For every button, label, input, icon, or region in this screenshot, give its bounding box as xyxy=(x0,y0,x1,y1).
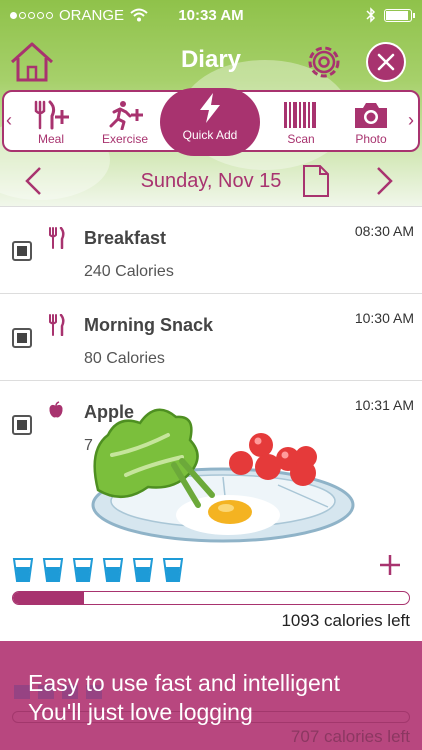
meal-label: Meal xyxy=(37,132,64,146)
bluetooth-icon xyxy=(366,7,376,23)
current-date[interactable]: Sunday, Nov 15 xyxy=(0,170,422,193)
calorie-progress-bar xyxy=(12,591,410,605)
scroll-right-icon[interactable]: › xyxy=(408,110,414,131)
promo-line-1: Easy to use fast and intelligent xyxy=(28,670,340,696)
exercise-label: Exercise xyxy=(101,132,148,146)
water-tracker xyxy=(12,557,184,583)
promo-banner: 707 calories left Easy to use fast and i… xyxy=(0,641,422,750)
calorie-progress-fill xyxy=(13,592,85,604)
food-plate-illustration xyxy=(91,408,355,543)
entry-name: Morning Snack xyxy=(84,315,214,335)
entry-name: Breakfast xyxy=(84,228,167,248)
promo-line-2: You'll just love logging xyxy=(28,699,253,725)
water-cup-icon[interactable] xyxy=(162,557,184,583)
scroll-left-icon[interactable]: ‹ xyxy=(6,110,12,131)
list-item[interactable]: Morning Snack 80 Calories 10:30 AM xyxy=(0,293,422,380)
calories-left: 1093 calories left xyxy=(281,611,410,630)
nav-bar: Diary xyxy=(0,36,422,88)
barcode-icon xyxy=(284,102,316,128)
exercise-button[interactable]: Exercise xyxy=(90,92,160,150)
page-title: Diary xyxy=(180,46,242,73)
date-navigator: Sunday, Nov 15 xyxy=(0,158,422,204)
document-icon[interactable] xyxy=(302,164,330,198)
apple-icon xyxy=(49,401,63,418)
entry-time: 08:30 AM xyxy=(354,223,414,239)
chevron-right-icon[interactable] xyxy=(372,166,396,196)
close-button[interactable] xyxy=(366,42,406,82)
signal-icon xyxy=(10,11,53,19)
entry-calories: 240 Calories xyxy=(84,263,174,280)
gear-icon[interactable] xyxy=(302,40,346,84)
ghost-calories-left: 707 calories left xyxy=(290,727,410,746)
quick-add-label: Quick Add xyxy=(182,128,238,142)
fork-knife-plus-icon xyxy=(34,100,69,130)
water-cup-icon[interactable] xyxy=(12,557,34,583)
entry-checkbox[interactable] xyxy=(12,415,32,435)
lightning-icon xyxy=(200,93,220,123)
entry-checkbox[interactable] xyxy=(12,241,32,261)
fork-knife-icon xyxy=(49,227,65,249)
camera-icon xyxy=(355,103,387,128)
quick-actions-toolbar: ‹ Meal Exercise Quick Add Scan Photo › xyxy=(2,88,420,156)
water-cup-icon[interactable] xyxy=(102,557,124,583)
water-cup-icon[interactable] xyxy=(42,557,64,583)
fork-knife-icon xyxy=(49,314,65,336)
status-bar: ORANGE 10:33 AM xyxy=(0,0,422,30)
scan-button[interactable]: Scan xyxy=(266,92,336,150)
runner-plus-icon xyxy=(109,101,143,130)
photo-label: Photo xyxy=(355,132,387,146)
add-water-icon[interactable] xyxy=(378,553,402,577)
photo-button[interactable]: Photo xyxy=(336,92,406,150)
wifi-icon xyxy=(130,8,148,22)
water-cup-icon[interactable] xyxy=(132,557,154,583)
list-item[interactable]: Breakfast 240 Calories 08:30 AM xyxy=(0,206,422,293)
entry-checkbox[interactable] xyxy=(12,328,32,348)
battery-icon xyxy=(384,8,415,22)
entry-time: 10:30 AM xyxy=(354,310,414,326)
entry-time: 10:31 AM xyxy=(354,397,414,413)
scan-label: Scan xyxy=(287,132,315,146)
carrier-label: ORANGE xyxy=(59,6,125,24)
entry-calories: 80 Calories xyxy=(84,350,165,367)
promo-text: Easy to use fast and intelligent You'll … xyxy=(28,669,340,727)
meal-button[interactable]: Meal xyxy=(16,92,86,150)
water-cup-icon[interactable] xyxy=(72,557,94,583)
quick-add-button[interactable]: Quick Add xyxy=(160,88,260,156)
close-icon xyxy=(377,53,395,71)
